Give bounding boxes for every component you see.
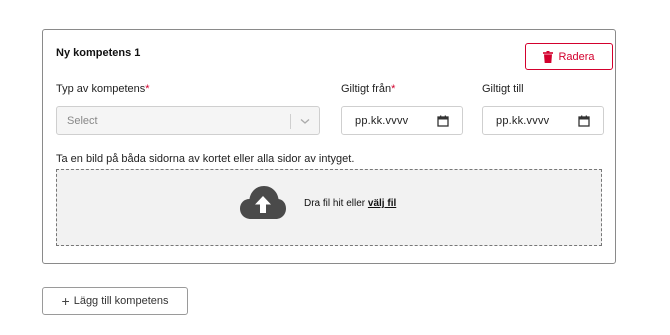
required-mark: * <box>145 83 150 95</box>
plus-icon: + <box>61 292 70 309</box>
cloud-upload-icon <box>240 186 286 219</box>
chevron-down-icon <box>300 119 310 124</box>
valid-from-label: Giltigt från* <box>341 83 396 95</box>
competence-card: Ny kompetens 1 Radera Typ av kompetens* … <box>42 29 616 264</box>
add-competence-label: Lägg till kompetens <box>73 295 169 307</box>
add-competence-button[interactable]: + Lägg till kompetens <box>42 287 188 315</box>
type-label: Typ av kompetens* <box>56 83 150 95</box>
upload-hint: Ta en bild på båda sidorna av kortet ell… <box>56 153 355 165</box>
delete-button[interactable]: Radera <box>525 43 613 70</box>
required-mark: * <box>391 83 396 95</box>
date-placeholder: pp.kk.vvvv <box>496 115 550 127</box>
calendar-icon[interactable] <box>437 115 449 127</box>
trash-icon <box>543 50 554 63</box>
valid-to-date-input[interactable]: pp.kk.vvvv <box>482 106 604 135</box>
choose-file-link[interactable]: välj fil <box>368 198 396 209</box>
date-placeholder: pp.kk.vvvv <box>355 115 409 127</box>
competence-type-select[interactable]: Select <box>56 106 320 135</box>
file-dropzone[interactable]: Dra fil hit eller välj fil <box>56 169 602 246</box>
calendar-icon[interactable] <box>578 115 590 127</box>
select-placeholder: Select <box>67 115 98 127</box>
drop-text: Dra fil hit eller välj fil <box>304 198 397 209</box>
valid-from-date-input[interactable]: pp.kk.vvvv <box>341 106 463 135</box>
card-title: Ny kompetens 1 <box>56 47 141 59</box>
valid-to-label: Giltigt till <box>482 83 524 95</box>
select-separator <box>290 114 291 129</box>
delete-button-label: Radera <box>558 50 595 63</box>
